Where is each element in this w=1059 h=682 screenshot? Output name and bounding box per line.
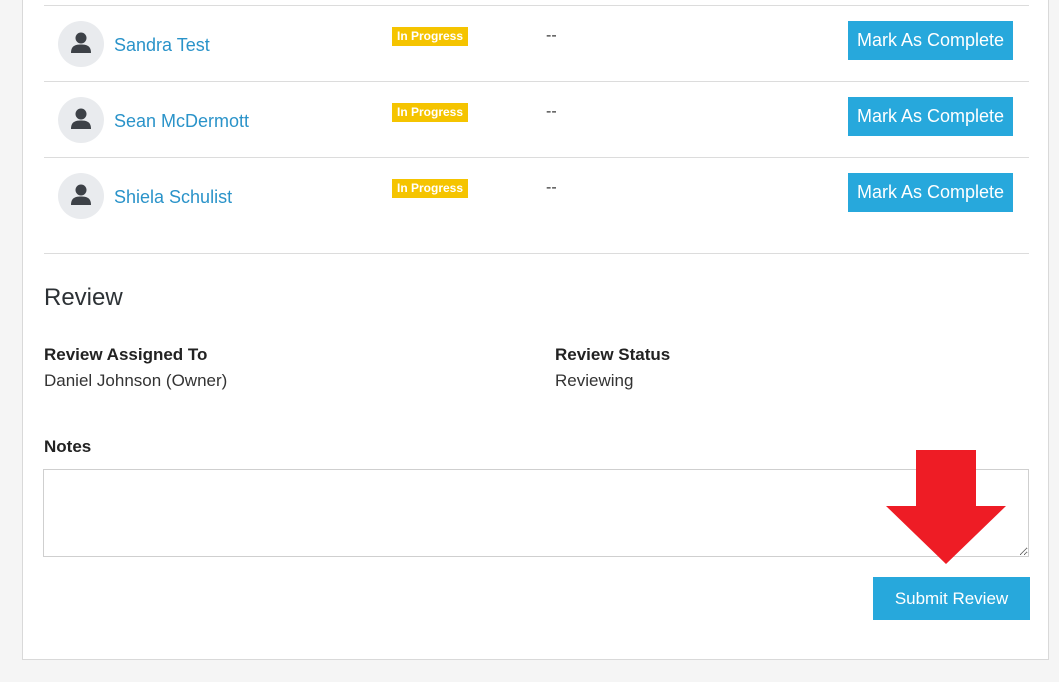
notes-label: Notes	[44, 437, 92, 456]
arrow-down-icon	[886, 450, 1006, 564]
review-assigned-label: Review Assigned To	[44, 345, 208, 364]
completed-value: --	[546, 179, 557, 196]
member-row: Shiela Schulist In Progress -- Mark As C…	[44, 157, 1029, 233]
member-name-link[interactable]: Shiela Schulist	[114, 187, 232, 208]
member-name-link[interactable]: Sean McDermott	[114, 111, 249, 132]
status-badge: In Progress	[392, 27, 469, 46]
completed-value: --	[546, 103, 557, 120]
status-badge: In Progress	[392, 103, 469, 122]
user-icon	[71, 184, 91, 205]
review-status-value: Reviewing	[555, 371, 634, 390]
review-status-label: Review Status	[555, 345, 671, 364]
user-icon	[71, 108, 91, 129]
status-badge: In Progress	[392, 179, 469, 198]
member-name-link[interactable]: Sandra Test	[114, 35, 210, 56]
notes-textarea[interactable]	[43, 469, 1029, 557]
review-section-title: Review	[44, 284, 123, 311]
completed-value: --	[546, 27, 557, 44]
submit-review-button[interactable]: Submit Review	[873, 577, 1030, 620]
member-row: Sandra Test In Progress -- Mark As Compl…	[44, 5, 1029, 81]
user-icon	[71, 32, 91, 53]
section-divider	[44, 253, 1029, 254]
avatar	[58, 173, 104, 219]
avatar	[58, 21, 104, 67]
mark-as-complete-button[interactable]: Mark As Complete	[848, 173, 1013, 212]
review-assigned-value: Daniel Johnson (Owner)	[44, 371, 228, 390]
mark-as-complete-button[interactable]: Mark As Complete	[848, 21, 1013, 60]
member-row: Sean McDermott In Progress -- Mark As Co…	[44, 81, 1029, 157]
avatar	[58, 97, 104, 143]
mark-as-complete-button[interactable]: Mark As Complete	[848, 97, 1013, 136]
